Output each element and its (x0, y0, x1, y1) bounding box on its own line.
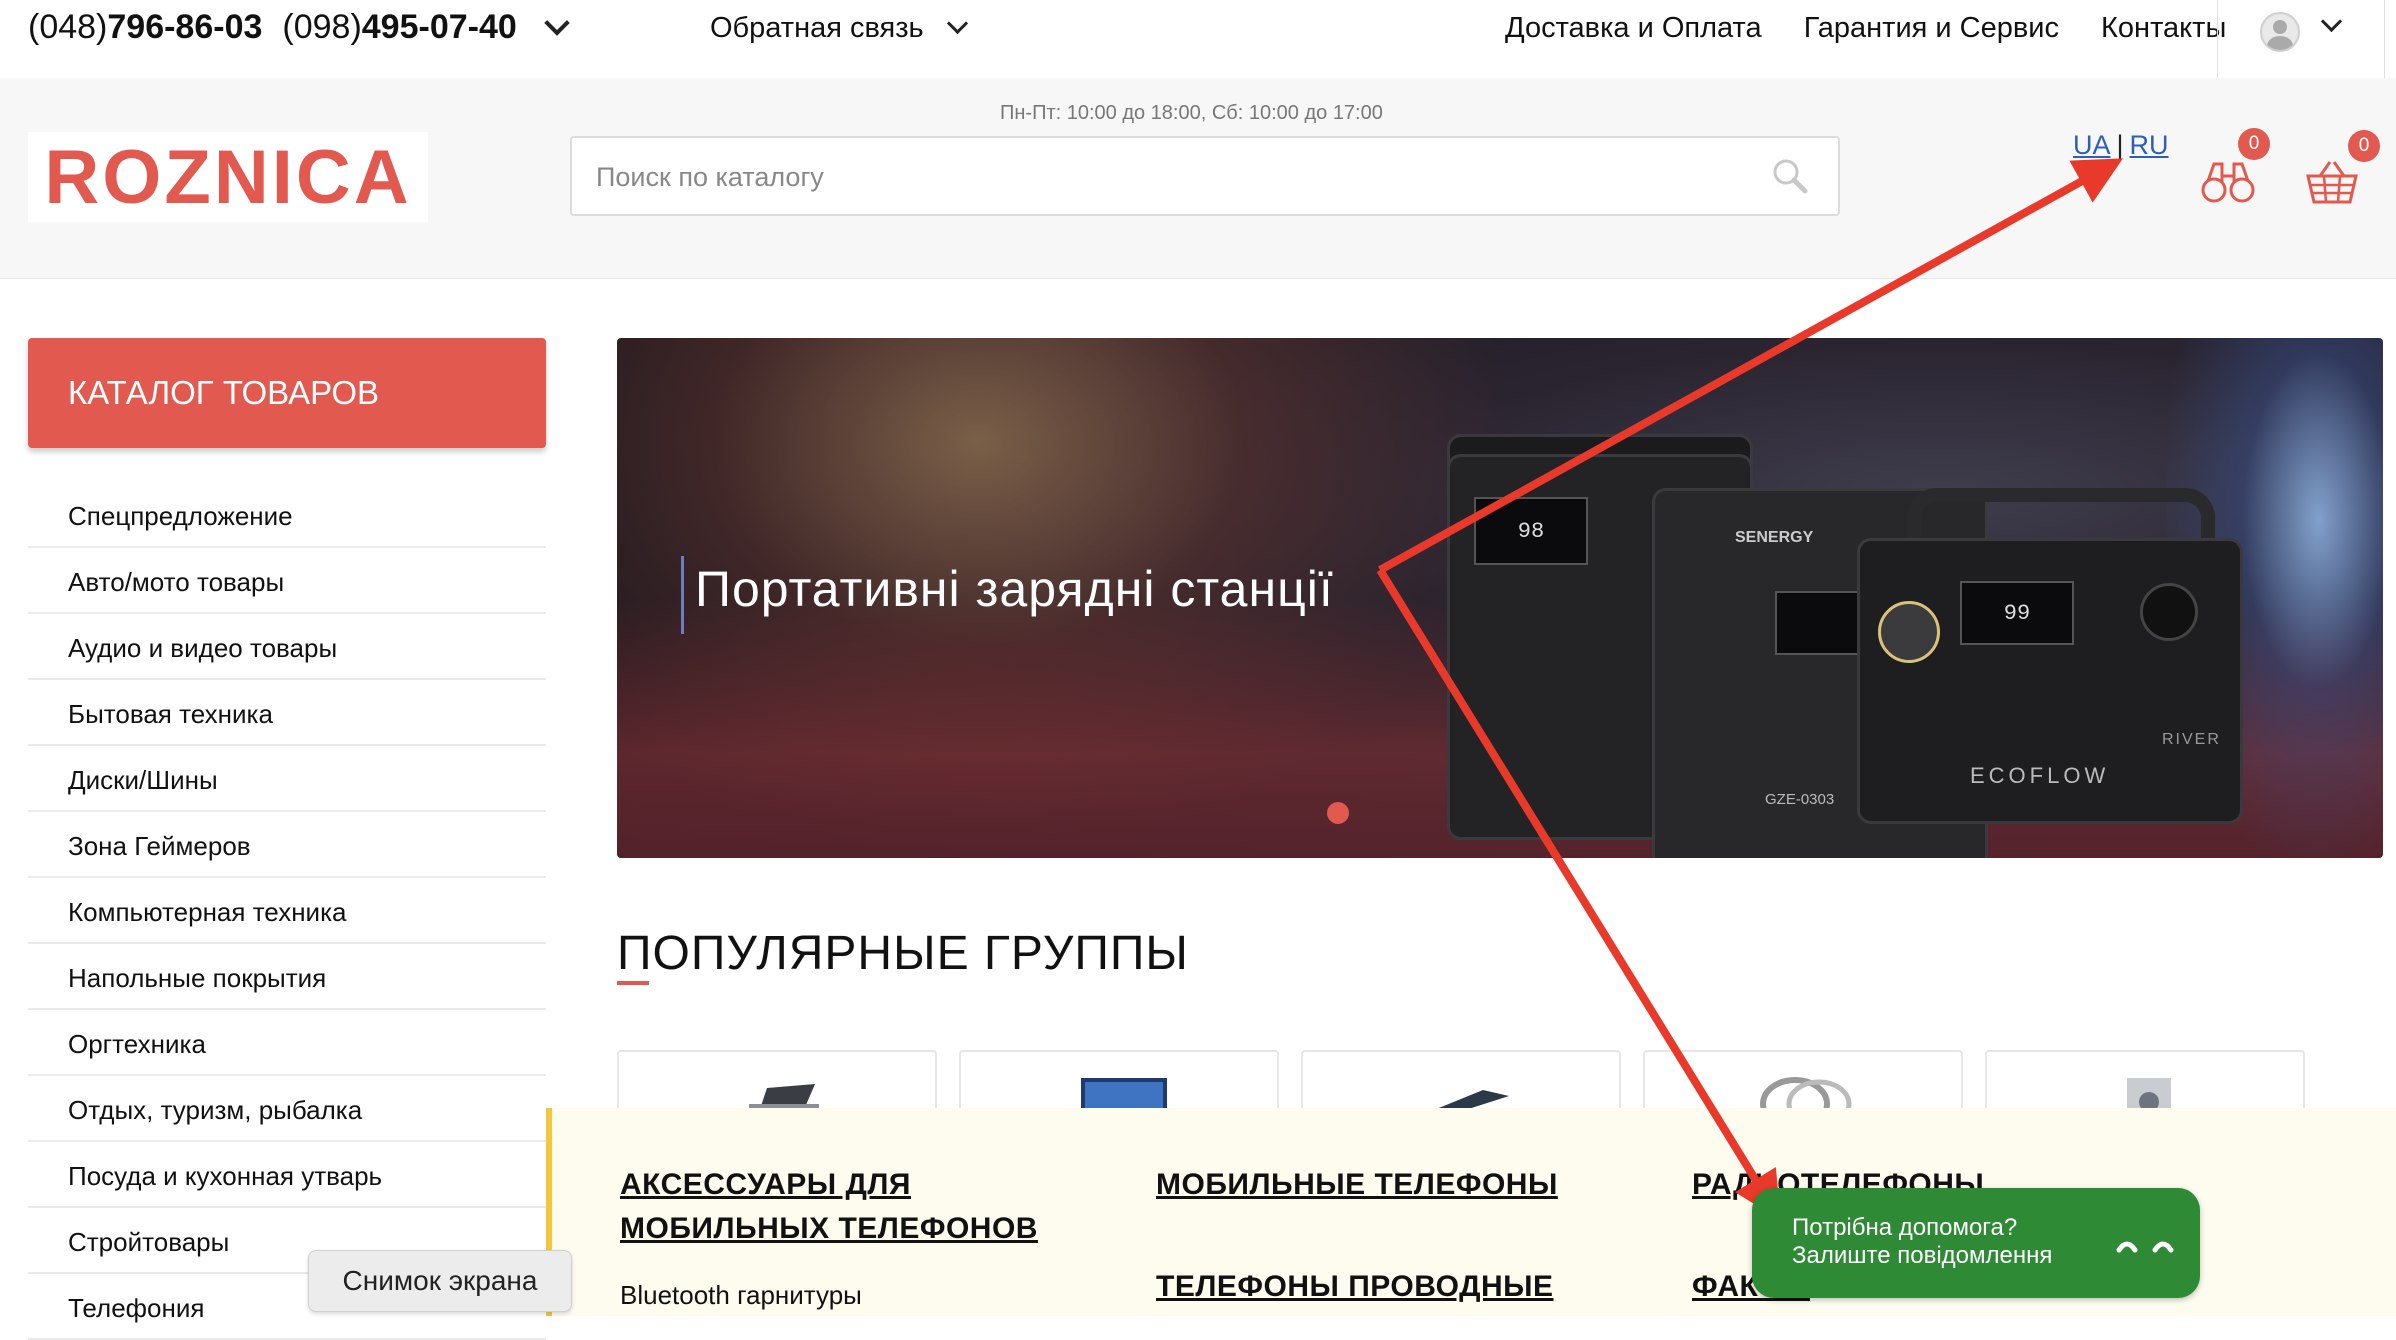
subcategory-link[interactable]: МОБИЛЬНЫХ ТЕЛЕФОНОВ (620, 1212, 1038, 1246)
compare-binoculars-icon[interactable] (2200, 156, 2256, 206)
lang-ua-link[interactable]: UA (2073, 130, 2111, 160)
slider-dot[interactable] (1327, 802, 1349, 824)
popular-card-laptops[interactable] (617, 1050, 937, 1112)
category-item[interactable]: Диски/Шины (28, 746, 546, 812)
subcategory-item[interactable]: Bluetooth гарнитуры (620, 1280, 862, 1311)
station-dial (2140, 583, 2198, 641)
category-menu: Спецпредложение Авто/мото товары Аудио и… (28, 482, 546, 1340)
popular-card-wheels[interactable] (1643, 1050, 1963, 1112)
chevron-down-icon[interactable] (544, 10, 570, 36)
search-icon[interactable] (1772, 158, 1808, 194)
tv-thumbnail (1081, 1078, 1167, 1112)
station-river-label: RIVER (2162, 731, 2221, 748)
popular-groups-title: ПОПУЛЯРНЫЕ ГРУППЫ (617, 927, 1189, 980)
category-item[interactable]: Бытовая техника (28, 680, 546, 746)
language-switcher: UA | RU (2073, 130, 2169, 161)
phone1-number[interactable]: 796-86-03 (107, 8, 262, 46)
phone-numbers[interactable]: (048)796-86-03 (098)495-07-40 (28, 8, 570, 47)
station-brand-label: SENERGY (1735, 529, 1814, 546)
popular-card-tablets[interactable] (1301, 1050, 1621, 1112)
nav-link-delivery[interactable]: Доставка и Оплата (1505, 12, 1762, 44)
help-chat-widget[interactable]: Потрібна допомога? Залиште повідомлення (1752, 1188, 2200, 1298)
banner-accent-line (681, 556, 684, 634)
title-underline (617, 981, 649, 985)
banner-title: Портативні зарядні станції (695, 561, 1334, 617)
search-box[interactable] (570, 136, 1840, 216)
phone1-code: (048) (28, 8, 108, 46)
washer-thumbnail (2127, 1078, 2171, 1112)
wheel-thumbnail (1760, 1077, 1852, 1112)
catalog-button[interactable]: КАТАЛОГ ТОВАРОВ (28, 338, 546, 448)
subcategory-link[interactable]: АКСЕССУАРЫ ДЛЯ (620, 1168, 911, 1202)
catalog-button-label: КАТАЛОГ ТОВАРОВ (68, 374, 380, 411)
subcategory-link[interactable]: МОБИЛЬНЫЕ ТЕЛЕФОНЫ (1156, 1168, 1558, 1202)
site-logo[interactable]: ROZNICA (28, 132, 428, 222)
account-menu[interactable] (2217, 0, 2385, 78)
feedback-label: Обратная связь (710, 12, 924, 44)
station-display: 99 (1960, 581, 2074, 645)
logo-text: ROZNICA (44, 134, 412, 220)
station-display: 98 (1474, 497, 1588, 565)
nav-link-warranty[interactable]: Гарантия и Сервис (1804, 12, 2059, 44)
user-avatar-icon[interactable] (2260, 12, 2300, 52)
station-port (1878, 601, 1940, 663)
chevron-down-icon[interactable] (2320, 10, 2343, 33)
category-item[interactable]: Оргтехника (28, 1010, 546, 1076)
nav-link-contacts[interactable]: Контакты (2101, 12, 2226, 44)
category-item[interactable]: Напольные покрытия (28, 944, 546, 1010)
working-hours: Пн-Пт: 10:00 до 18:00, Сб: 10:00 до 17:0… (1000, 102, 1383, 124)
category-item[interactable]: Компьютерная техника (28, 878, 546, 944)
feedback-dropdown[interactable]: Обратная связь (710, 12, 968, 45)
cart-count-badge: 0 (2348, 130, 2380, 162)
promo-banner[interactable]: 98 SENERGY GZE-0303 99 RIVER ECOFLOW Пор… (617, 338, 2383, 858)
top-bar: (048)796-86-03 (098)495-07-40 Обратная св… (0, 0, 2396, 79)
lang-separator: | (2116, 130, 2124, 160)
phone2-code: (098) (282, 8, 362, 46)
category-item[interactable]: Спецпредложение (28, 482, 546, 548)
popular-card-tv[interactable] (959, 1050, 1279, 1112)
category-item[interactable]: Посуда и кухонная утварь (28, 1142, 546, 1208)
category-item[interactable]: Аудио и видео товары (28, 614, 546, 680)
chevron-down-icon[interactable] (946, 12, 968, 35)
station-display (1775, 591, 1869, 655)
category-item[interactable]: Зона Геймеров (28, 812, 546, 878)
subcategory-link[interactable]: ТЕЛЕФОНЫ ПРОВОДНЫЕ (1156, 1270, 1554, 1304)
lang-ru-link[interactable]: RU (2130, 130, 2169, 160)
compare-count-badge: 0 (2238, 128, 2270, 160)
site-header: ROZNICA Пн-Пт: 10:00 до 18:00, Сб: 10:00… (0, 78, 2396, 279)
category-item[interactable]: Отдых, туризм, рыбалка (28, 1076, 546, 1142)
power-station-image: 99 RIVER ECOFLOW (1857, 538, 2243, 824)
top-nav: Доставка и Оплата Гарантия и Сервис Конт… (1505, 12, 2260, 45)
search-input[interactable] (594, 156, 1718, 198)
help-line2: Залиште повідомлення (1792, 1242, 2053, 1269)
popular-card-appliances[interactable] (1985, 1050, 2305, 1112)
category-item[interactable]: Авто/мото товары (28, 548, 546, 614)
phone2-number[interactable]: 495-07-40 (362, 8, 517, 46)
laptop-thumbnail (749, 1084, 819, 1112)
chat-face-icon (2116, 1241, 2174, 1253)
station-model-label: GZE-0303 (1765, 791, 1835, 808)
station-brand-label: ECOFLOW (1970, 763, 2110, 788)
tablet-thumbnail (1429, 1090, 1509, 1112)
cart-basket-icon[interactable] (2304, 156, 2360, 206)
screenshot-tooltip: Снимок экрана (308, 1250, 572, 1312)
help-line1: Потрібна допомога? (1792, 1214, 2018, 1241)
